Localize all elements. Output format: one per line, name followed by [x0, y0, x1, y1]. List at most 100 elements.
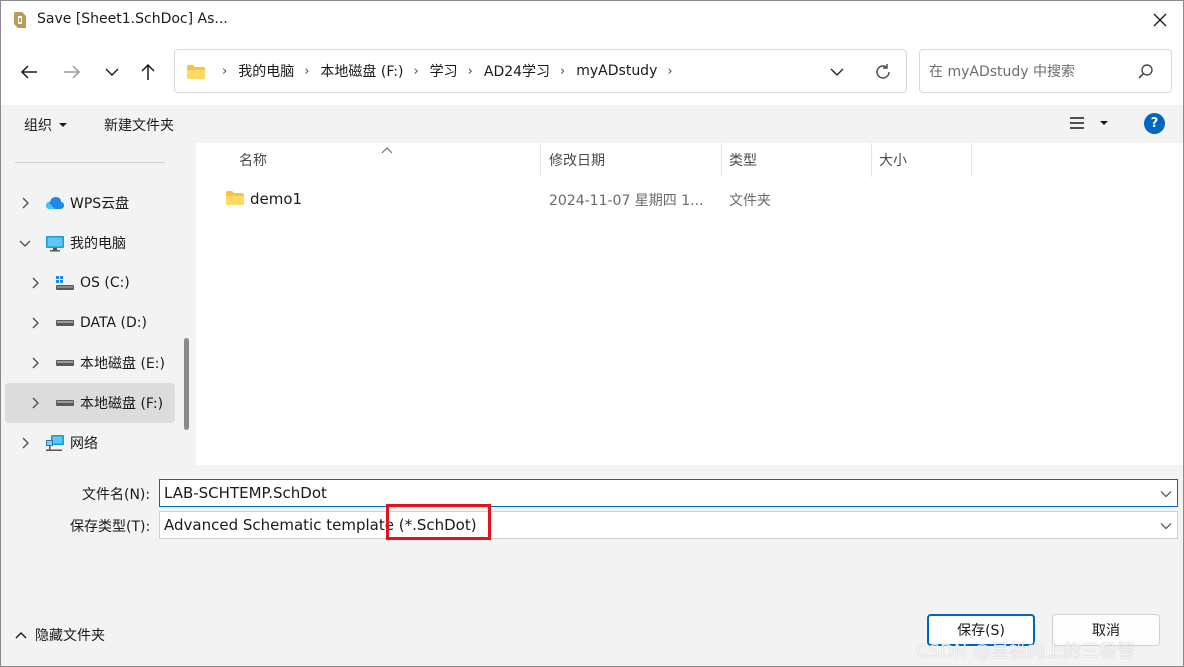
column-divider[interactable] — [971, 143, 972, 177]
close-icon — [1153, 13, 1167, 27]
file-list: 名称 修改日期 类型 大小 demo1 2024-11-07 星期四 1... … — [196, 143, 1183, 465]
chevron-down-icon[interactable] — [1159, 487, 1173, 501]
breadcrumb-separator-icon[interactable]: › — [660, 64, 680, 79]
sidebar-item-network[interactable]: 网络 — [5, 423, 175, 463]
chevron-right-icon[interactable] — [19, 197, 31, 209]
search-icon[interactable] — [1137, 63, 1155, 81]
network-icon — [45, 434, 65, 452]
chevron-up-icon — [15, 632, 27, 639]
sidebar-divider — [15, 162, 165, 163]
drive-icon — [55, 319, 75, 327]
sidebar-item-label: 本地磁盘 (F:) — [80, 396, 164, 412]
filetype-select[interactable]: Advanced Schematic template (*.SchDot) — [159, 511, 1178, 539]
caret-down-icon — [59, 123, 67, 127]
breadcrumb-item[interactable]: AD24学习 — [481, 61, 553, 81]
breadcrumb-item[interactable]: myADstudy — [573, 63, 660, 79]
chevron-down-icon — [105, 68, 119, 76]
sidebar-scrollbar[interactable] — [184, 338, 189, 430]
column-divider[interactable] — [721, 143, 722, 177]
filename-label: 文件名(N): — [82, 487, 151, 503]
breadcrumb: › 我的电脑 › 本地磁盘 (F:) › 学习 › AD24学习 › myADs… — [215, 50, 681, 92]
computer-icon — [45, 235, 65, 252]
breadcrumb-item[interactable]: 我的电脑 — [235, 61, 297, 81]
navigation-pane: WPS云盘 我的电脑 OS (C:) DATA (D:) 本地磁盘 (E:) 本… — [1, 143, 196, 465]
sidebar-item-wps-cloud[interactable]: WPS云盘 — [5, 183, 175, 223]
sidebar-item-label: OS (C:) — [80, 275, 130, 291]
column-divider[interactable] — [540, 143, 541, 177]
up-button[interactable] — [133, 57, 163, 87]
view-options-button[interactable] — [1069, 116, 1109, 130]
command-bar: 组织 新建文件夹 ? — [1, 105, 1183, 143]
watermark: CSDN @星极向上的三极管 — [916, 641, 1136, 662]
refresh-button[interactable] — [872, 61, 894, 83]
drive-icon — [55, 399, 75, 407]
filename-field[interactable]: LAB-SCHTEMP.SchDot — [159, 479, 1178, 507]
filetype-label: 保存类型(T): — [70, 519, 151, 535]
search-input[interactable] — [929, 62, 1129, 82]
arrow-right-icon — [64, 65, 81, 79]
search-box[interactable] — [919, 49, 1172, 93]
sidebar-item-label: 我的电脑 — [70, 236, 126, 252]
breadcrumb-separator-icon: › — [222, 63, 228, 79]
chevron-right-icon[interactable] — [29, 397, 41, 409]
arrow-left-icon — [20, 65, 37, 79]
chevron-down-icon — [830, 68, 844, 76]
sidebar-item-drive-e[interactable]: 本地磁盘 (E:) — [5, 343, 175, 383]
back-button[interactable] — [14, 57, 44, 87]
new-folder-button[interactable]: 新建文件夹 — [104, 115, 174, 135]
list-view-icon — [1070, 117, 1084, 129]
forward-button[interactable] — [57, 57, 87, 87]
chevron-right-icon[interactable] — [29, 317, 41, 329]
arrow-up-icon — [141, 63, 155, 80]
drive-icon — [55, 359, 75, 367]
sidebar-item-label: DATA (D:) — [80, 315, 147, 331]
recent-locations-button[interactable] — [97, 57, 127, 87]
filename-value: LAB-SCHTEMP.SchDot — [164, 484, 327, 502]
close-button[interactable] — [1137, 1, 1183, 39]
window-title: Save [Sheet1.SchDoc] As... — [37, 11, 228, 27]
sidebar-item-label: WPS云盘 — [70, 196, 130, 212]
column-divider[interactable] — [871, 143, 872, 177]
column-header-date-modified[interactable]: 修改日期 — [549, 143, 605, 177]
refresh-icon — [876, 64, 890, 79]
column-header-name[interactable]: 名称 — [239, 143, 267, 177]
filetype-value: Advanced Schematic template (*.SchDot) — [164, 516, 477, 534]
file-name: demo1 — [250, 190, 303, 208]
column-header-size[interactable]: 大小 — [879, 143, 907, 177]
folder-icon — [225, 190, 245, 210]
sort-ascending-icon — [381, 143, 393, 159]
sidebar-item-this-pc[interactable]: 我的电脑 — [5, 223, 175, 263]
chevron-down-icon[interactable] — [1159, 519, 1173, 533]
title-bar: Save [Sheet1.SchDoc] As... — [1, 1, 1183, 39]
sidebar-item-label: 网络 — [70, 436, 98, 452]
folder-icon — [186, 64, 206, 84]
breadcrumb-separator-icon: › — [304, 63, 310, 79]
chevron-right-icon[interactable] — [19, 437, 31, 449]
address-bar[interactable]: › 我的电脑 › 本地磁盘 (F:) › 学习 › AD24学习 › myADs… — [174, 49, 907, 93]
address-history-button[interactable] — [827, 62, 847, 82]
organize-label: 组织 — [24, 118, 52, 134]
new-folder-label: 新建文件夹 — [104, 118, 174, 134]
hide-folders-toggle[interactable]: 隐藏文件夹 — [15, 625, 105, 645]
sidebar-item-drive-f[interactable]: 本地磁盘 (F:) — [5, 383, 175, 423]
file-type: 文件夹 — [729, 193, 771, 209]
breadcrumb-separator-icon: › — [413, 63, 419, 79]
breadcrumb-separator-icon: › — [467, 63, 473, 79]
hide-folders-label: 隐藏文件夹 — [35, 628, 105, 644]
organize-menu-button[interactable]: 组织 — [24, 115, 68, 135]
file-row[interactable]: demo1 2024-11-07 星期四 1... 文件夹 — [210, 181, 771, 217]
file-date-modified: 2024-11-07 星期四 1... — [549, 193, 704, 209]
breadcrumb-item[interactable]: 本地磁盘 (F:) — [317, 61, 406, 81]
sidebar-item-label: 本地磁盘 (E:) — [80, 356, 165, 372]
column-header-type[interactable]: 类型 — [729, 143, 757, 177]
chevron-right-icon[interactable] — [29, 357, 41, 369]
navigation-bar: › 我的电脑 › 本地磁盘 (F:) › 学习 › AD24学习 › myADs… — [1, 39, 1183, 105]
sidebar-item-drive-d[interactable]: DATA (D:) — [5, 303, 175, 343]
breadcrumb-item[interactable]: 学习 — [427, 61, 461, 81]
breadcrumb-separator-icon: › — [560, 63, 566, 79]
cloud-icon — [45, 196, 65, 210]
help-button[interactable]: ? — [1144, 113, 1165, 134]
chevron-right-icon[interactable] — [29, 277, 41, 289]
sidebar-item-drive-c[interactable]: OS (C:) — [5, 263, 175, 303]
chevron-down-icon[interactable] — [19, 237, 31, 249]
